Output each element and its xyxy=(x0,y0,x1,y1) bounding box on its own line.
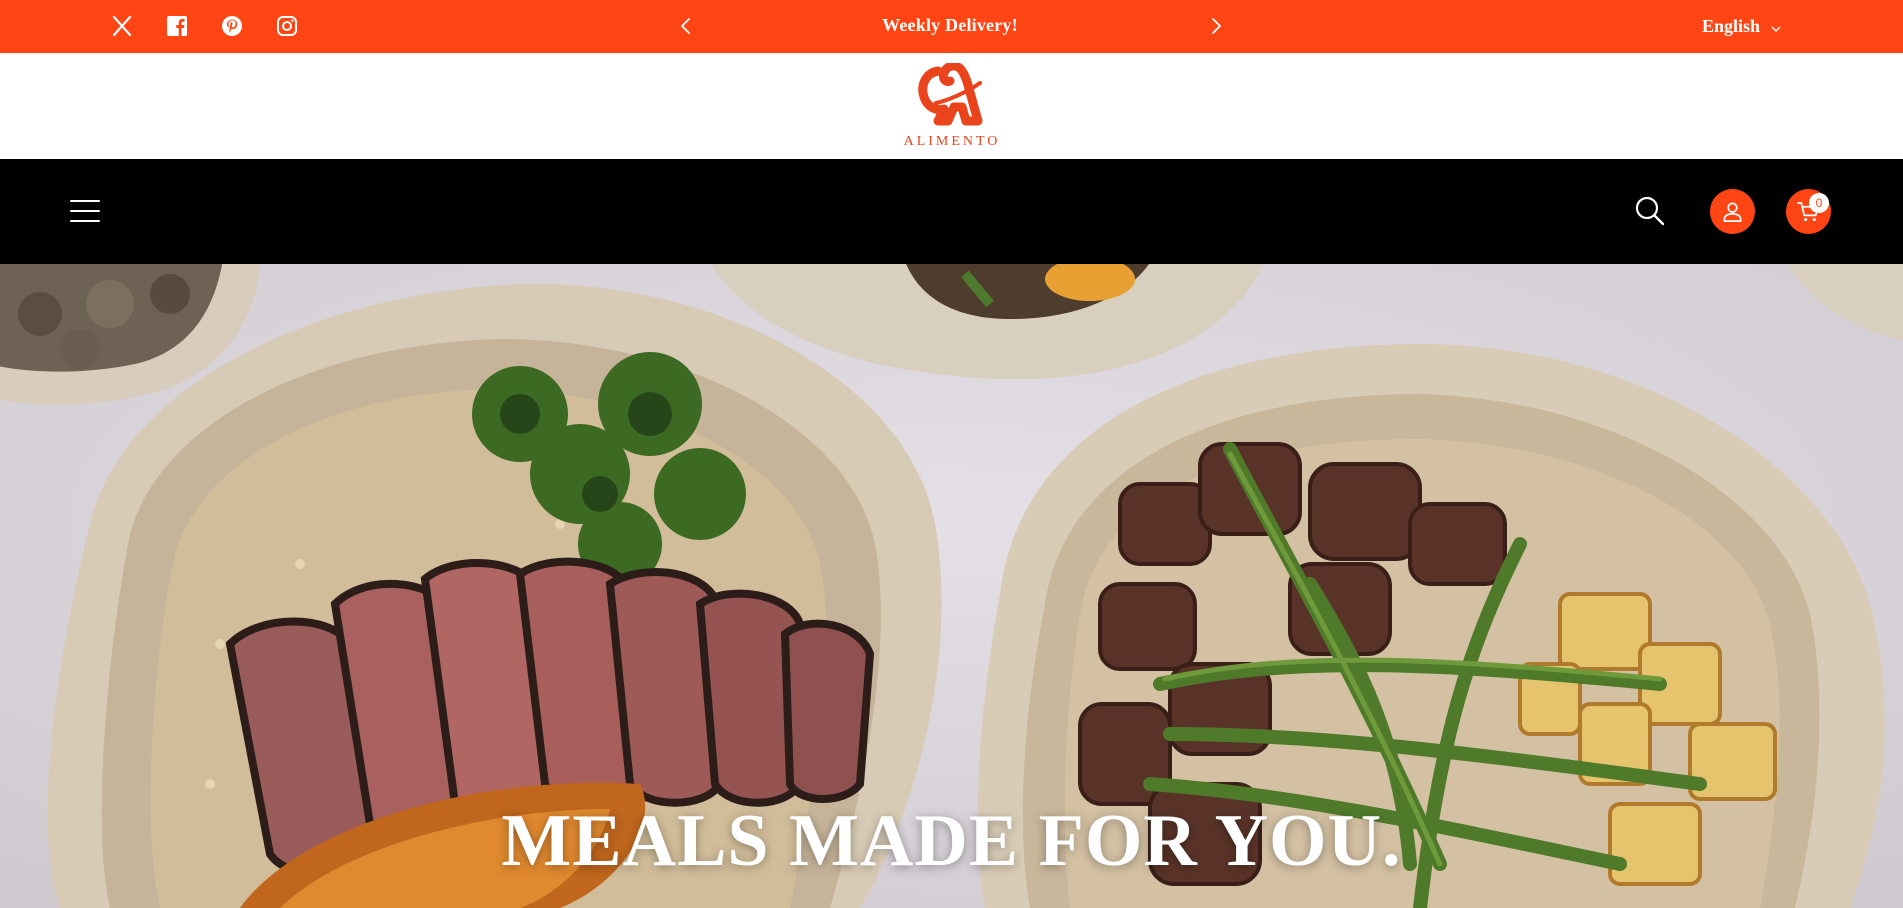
facebook-icon[interactable] xyxy=(165,14,189,38)
chevron-right-icon[interactable] xyxy=(1204,14,1228,38)
instagram-icon[interactable] xyxy=(275,14,299,38)
account-button[interactable] xyxy=(1710,189,1755,234)
announcement-bar: Weekly Delivery! English xyxy=(0,0,1903,53)
x-twitter-icon[interactable] xyxy=(110,14,134,38)
language-label: English xyxy=(1702,16,1761,36)
chevron-down-icon xyxy=(1771,26,1781,32)
cart-count-badge: 0 xyxy=(1809,193,1829,213)
search-icon[interactable] xyxy=(1633,194,1667,228)
chevron-left-icon[interactable] xyxy=(674,14,698,38)
cart-button[interactable]: 0 xyxy=(1786,189,1831,234)
main-header: 0 xyxy=(0,159,1903,264)
site-logo[interactable]: ALIMENTO xyxy=(896,63,1008,155)
pinterest-icon[interactable] xyxy=(220,14,244,38)
alimento-monogram-icon xyxy=(918,63,983,126)
hero-headline: MEALS MADE FOR YOU. xyxy=(501,800,1402,882)
hero-banner: MEALS MADE FOR YOU. xyxy=(0,264,1903,908)
language-selector[interactable]: English xyxy=(1702,0,1782,53)
logo-wordmark: ALIMENTO xyxy=(903,134,1001,149)
hamburger-menu-icon[interactable] xyxy=(68,194,102,228)
user-icon xyxy=(1723,202,1742,222)
logo-band: ALIMENTO xyxy=(0,53,1903,159)
announcement-message: Weekly Delivery! xyxy=(882,15,1018,35)
